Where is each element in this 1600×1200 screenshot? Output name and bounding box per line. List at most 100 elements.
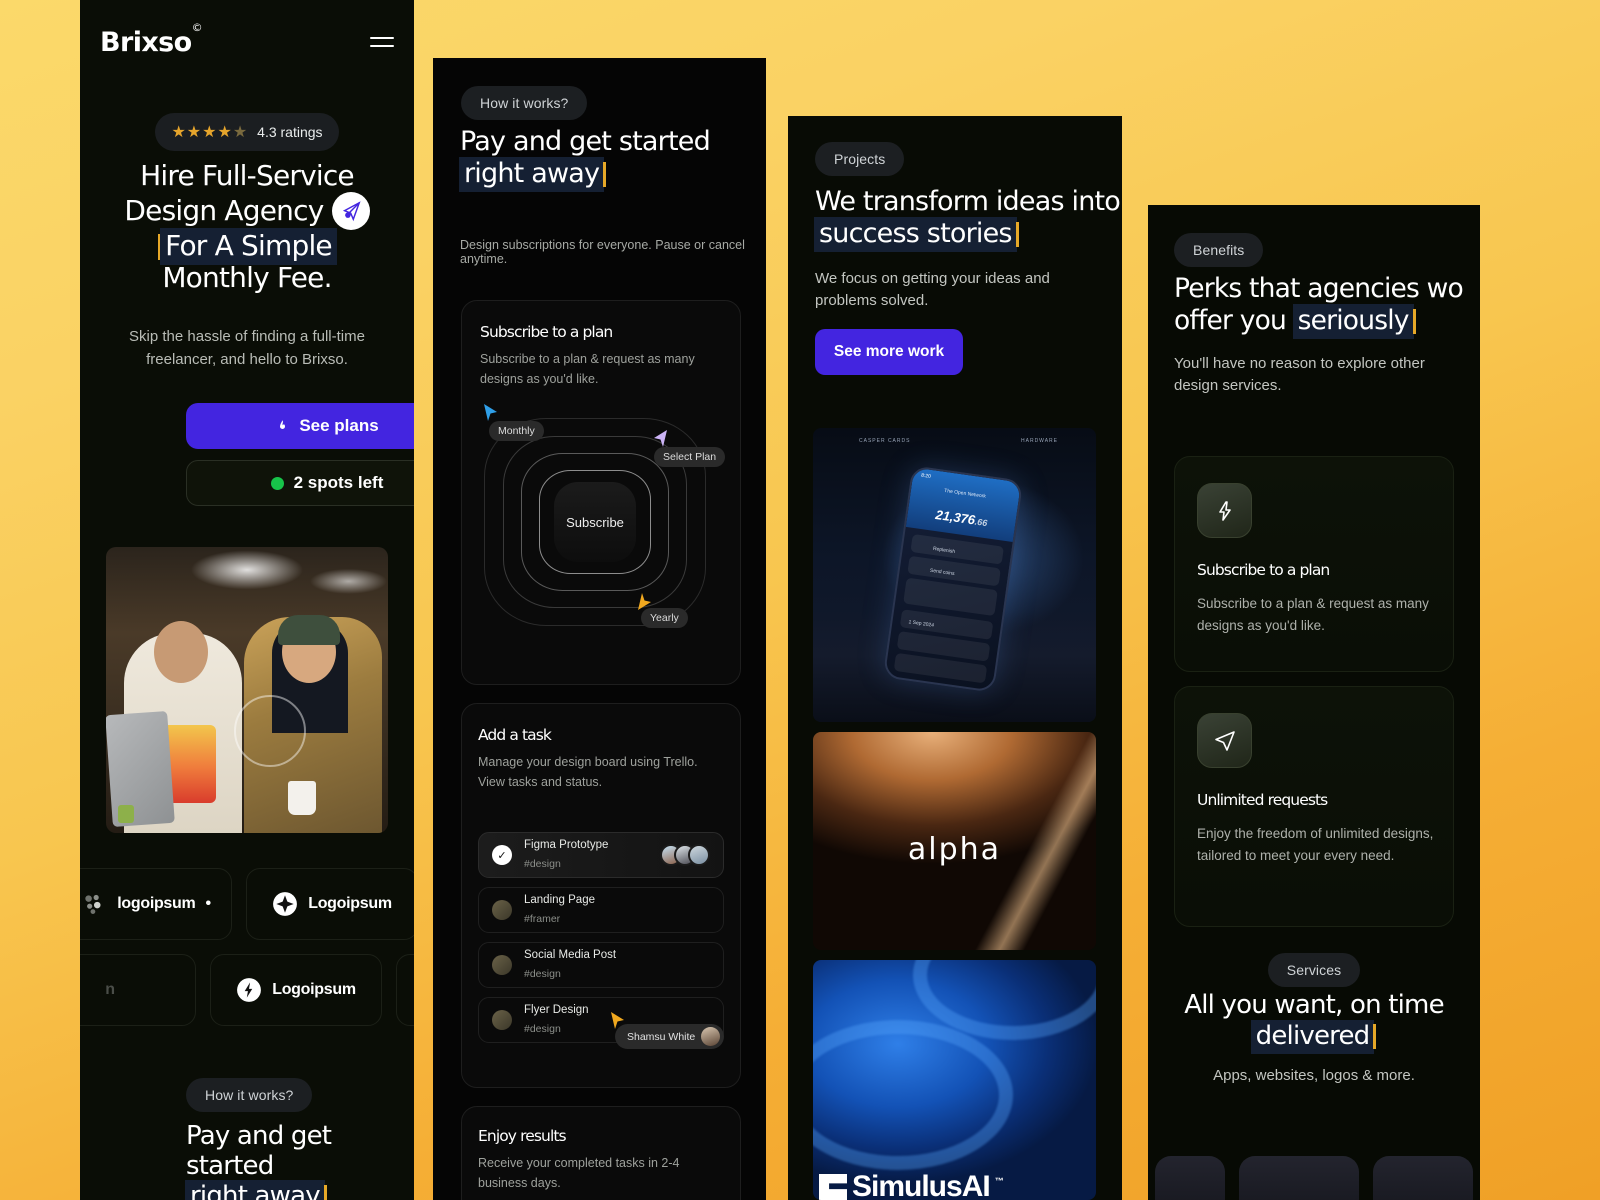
ratings-badge: ★★★★★ 4.3 ratings	[80, 113, 414, 151]
phone-action-right: Send coins	[929, 567, 955, 578]
subscribe-rings-diagram: Subscribe Monthly Select Plan Yearly	[455, 393, 735, 651]
hero-photo	[106, 547, 388, 833]
logo-label: Logoipsum	[272, 981, 356, 998]
how-title-line-1: Pay and get started	[186, 1121, 332, 1181]
project-image-casper-cards[interactable]: CASPER CARDS HARDWARE 8:20 The Open Netw…	[813, 428, 1096, 722]
logo-label: logoipsum	[117, 895, 196, 912]
benefit-title: Unlimited requests	[1197, 791, 1328, 809]
tag-select-plan: Select Plan	[654, 447, 726, 467]
phone-time: 8:20	[920, 472, 932, 480]
top-navbar: Brixso©	[80, 21, 414, 62]
purple-cursor-icon	[654, 430, 667, 447]
ratings-label: 4.3 ratings	[257, 124, 323, 140]
task-name: Figma Prototype	[524, 839, 609, 852]
brand-name: Brixso	[100, 26, 192, 58]
see-more-work-button[interactable]: See more work	[815, 329, 963, 375]
project-image-alpha[interactable]: alpha	[813, 732, 1096, 950]
section-subtitle: Design subscriptions for everyone. Pause…	[460, 238, 745, 266]
cursor-user-name: Shamsu White	[627, 1030, 696, 1043]
avatar	[688, 844, 710, 866]
trademark-symbol: ™	[994, 1176, 1004, 1186]
spots-left-button[interactable]: 2 spots left	[186, 460, 414, 506]
see-more-work-label: See more work	[833, 343, 945, 360]
task-name: Landing Page	[524, 894, 595, 907]
benefit-text: Enjoy the freedom of unlimited designs, …	[1197, 826, 1434, 863]
project-image-simulusai[interactable]: SimulusAI ™	[813, 960, 1096, 1200]
status-dot-icon	[492, 955, 512, 975]
bolt-icon	[1197, 483, 1252, 538]
section-title: Pay and get started right away	[460, 126, 752, 191]
task-tag: #design	[524, 967, 561, 980]
table-row[interactable]: Landing Page #framer	[478, 887, 724, 933]
card-title: Add a task	[478, 726, 552, 744]
send-icon	[1197, 713, 1252, 768]
services-title-highlight: delivered	[1251, 1021, 1374, 1054]
avatar-group	[660, 844, 710, 866]
service-chip[interactable]	[1239, 1156, 1359, 1200]
how-it-works-pill[interactable]: How it works?	[461, 86, 588, 120]
projects-pill[interactable]: Projects	[815, 142, 905, 176]
tag-yearly: Yearly	[641, 608, 688, 628]
logo-label: Logoipsum	[308, 895, 392, 912]
how-it-works-pill[interactable]: How it works?	[186, 1078, 313, 1112]
service-chip[interactable]	[1373, 1156, 1473, 1200]
task-tag: #framer	[524, 912, 561, 925]
title-line-2: right away	[460, 157, 604, 191]
spots-left-label: 2 spots left	[293, 473, 384, 492]
brand-copyright: ©	[191, 20, 203, 34]
work-label-right: HARDWARE	[1021, 438, 1058, 444]
title-highlight: seriously	[1293, 305, 1413, 339]
services-title-line-1: All you want, on time	[1184, 990, 1444, 1020]
simulusai-wordmark: SimulusAI ™	[819, 1170, 1004, 1200]
headline-line-3: For A Simple	[161, 229, 336, 265]
simulusai-label: SimulusAI	[852, 1170, 991, 1200]
rocket-icon	[331, 192, 370, 231]
title-line-2: success stories	[815, 218, 1016, 252]
card-text: Subscribe to a plan & request as many de…	[480, 352, 695, 387]
card-subscribe: Subscribe to a plan Subscribe to a plan …	[461, 300, 741, 685]
simulus-mark-icon	[819, 1174, 847, 1200]
hero-headline: Hire Full-Service Design Agency For A Si…	[98, 159, 396, 295]
title-line-2: offer you	[1174, 305, 1287, 337]
section-subtitle: You'll have no reason to explore other d…	[1174, 355, 1425, 394]
section-title: Perks that agencies wo offer you serious…	[1174, 273, 1480, 339]
task-name: Flyer Design	[524, 1004, 589, 1017]
services-pill-wrap: Services	[1148, 953, 1480, 987]
phone-amount-cents: .66	[974, 516, 988, 529]
section-title: We transform ideas into success stories	[802, 186, 1122, 252]
benefits-pill[interactable]: Benefits	[1174, 233, 1264, 267]
service-chip[interactable]	[1155, 1156, 1225, 1200]
list-item: Logoipsum	[210, 954, 382, 1026]
table-row[interactable]: Social Media Post #design	[478, 942, 724, 988]
task-tag: #design	[524, 857, 561, 870]
dots-cluster-icon	[85, 894, 101, 914]
cursor-user-chip: Shamsu White	[615, 1024, 725, 1049]
card-title: Subscribe to a plan	[480, 323, 613, 341]
green-dot-icon	[270, 476, 284, 490]
list-item: Logoipsum	[246, 868, 414, 940]
work-label-left: CASPER CARDS	[859, 438, 911, 444]
title-line-1: Perks that agencies wo	[1174, 273, 1464, 304]
task-list: ✓ Figma Prototype #design Landing Page #…	[478, 832, 724, 1052]
headline-line-4: Monthly Fee.	[162, 261, 332, 295]
tag-monthly: Monthly	[489, 421, 544, 441]
table-row[interactable]: ✓ Figma Prototype #design	[478, 832, 724, 878]
see-plans-button[interactable]: See plans	[186, 403, 414, 449]
diamond-icon	[273, 892, 298, 916]
services-pill[interactable]: Services	[1267, 953, 1361, 987]
blue-cursor-icon	[484, 404, 497, 421]
hamburger-icon[interactable]	[370, 37, 394, 47]
see-plans-label: See plans	[299, 416, 379, 435]
how-it-works-title: Pay and get started right away	[186, 1121, 400, 1200]
headline-line-1: Hire Full-Service	[140, 159, 355, 192]
title-line-1: Pay and get started	[460, 126, 711, 157]
phone-history-date: 1 Sep 2024	[908, 619, 935, 629]
bolt-circle-icon	[237, 978, 262, 1002]
brand-logo[interactable]: Brixso©	[100, 21, 203, 58]
task-name: Social Media Post	[524, 949, 617, 962]
card-add-task: Add a task Manage your design board usin…	[461, 703, 741, 1088]
check-circle-icon: ✓	[492, 845, 512, 865]
avatar	[701, 1027, 721, 1046]
phone-action-left: Replenish	[932, 545, 956, 555]
benefit-card-unlimited: Unlimited requests Enjoy the freedom of …	[1174, 686, 1454, 927]
